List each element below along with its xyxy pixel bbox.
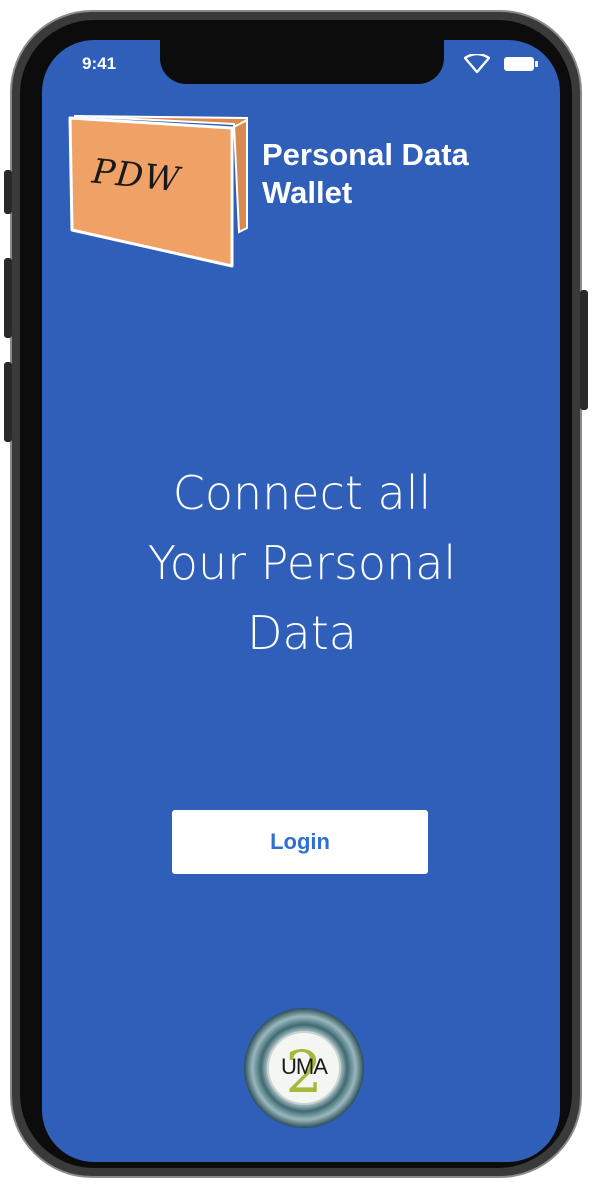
mute-switch xyxy=(4,170,12,214)
status-time: 9:41 xyxy=(82,54,117,73)
uma2-logo: 2 UMA xyxy=(242,1006,366,1130)
uma-logo-text: UMA xyxy=(281,1054,328,1079)
volume-up-button xyxy=(4,258,12,338)
notch xyxy=(160,40,444,84)
app-name-line1: Personal Data xyxy=(262,137,469,172)
hero-line2: Your Personal xyxy=(147,536,457,590)
battery-icon xyxy=(504,57,538,71)
login-button[interactable]: Login xyxy=(172,810,428,874)
volume-down-button xyxy=(4,362,12,442)
hero-line1: Connect all xyxy=(172,466,432,520)
hero-line3: Data xyxy=(247,606,357,660)
pdw-wallet-logo: PDW xyxy=(64,110,254,272)
hero-tagline: Connect all Your Personal Data xyxy=(82,458,522,668)
app-screen: 9:41 PDW Personal Data Wallet Connect al… xyxy=(42,40,560,1162)
power-button xyxy=(580,290,588,410)
app-name: Personal Data Wallet xyxy=(262,136,552,212)
app-name-line2: Wallet xyxy=(262,175,353,210)
wifi-icon xyxy=(464,54,490,74)
